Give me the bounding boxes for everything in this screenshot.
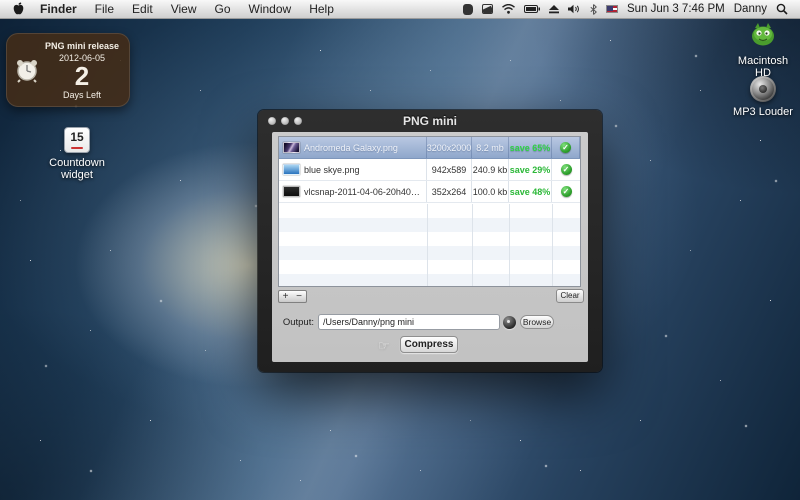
minimize-button[interactable] bbox=[281, 117, 289, 125]
calendar-red-strip bbox=[71, 147, 83, 149]
check-icon: ✓ bbox=[561, 186, 572, 197]
desktop-wallpaper: PNG mini release 2012-06-05 2 Days Left … bbox=[0, 0, 800, 500]
menu-window[interactable]: Window bbox=[240, 0, 301, 19]
file-dimensions: 352x264 bbox=[427, 181, 472, 202]
output-path-input[interactable] bbox=[318, 314, 500, 330]
clear-button[interactable]: Clear bbox=[556, 289, 584, 303]
menu-edit[interactable]: Edit bbox=[123, 0, 162, 19]
table-empty-area bbox=[279, 204, 580, 286]
table-row[interactable]: blue skye.png 942x589 240.9 kb save 29% … bbox=[279, 159, 580, 181]
file-thumbnail bbox=[283, 164, 300, 175]
battery-icon[interactable] bbox=[524, 5, 540, 13]
file-size: 8.2 mb bbox=[472, 137, 509, 158]
file-savings: save 65% bbox=[509, 137, 552, 158]
table-row[interactable]: vlcsnap-2011-04-06-20h40m36s165.png 352x… bbox=[279, 181, 580, 203]
menubar-clock[interactable]: Sun Jun 3 7:46 PM bbox=[627, 3, 725, 15]
eject-icon[interactable] bbox=[549, 5, 559, 14]
reveal-path-icon[interactable] bbox=[503, 316, 516, 329]
volume-icon[interactable] bbox=[568, 4, 581, 14]
menu-go[interactable]: Go bbox=[206, 0, 240, 19]
window-title: PNG mini bbox=[403, 114, 457, 128]
file-name: vlcsnap-2011-04-06-20h40m36s165.png bbox=[304, 187, 426, 197]
check-icon: ✓ bbox=[560, 142, 571, 153]
zoom-button[interactable] bbox=[294, 117, 302, 125]
countdown-widget[interactable]: PNG mini release 2012-06-05 2 Days Left bbox=[6, 33, 130, 107]
spotlight-icon[interactable] bbox=[776, 3, 788, 15]
desktop-icon-mp3-louder[interactable]: MP3 Louder bbox=[728, 76, 798, 118]
macintosh-hd-icon bbox=[749, 22, 777, 46]
calendar-day: 15 bbox=[65, 128, 89, 146]
file-savings: save 48% bbox=[509, 181, 552, 202]
monitor-status-icon[interactable] bbox=[482, 4, 493, 14]
countdown-widget-label: Countdown widget bbox=[42, 157, 112, 181]
speaker-icon bbox=[750, 76, 776, 102]
file-size: 100.0 kb bbox=[472, 181, 509, 202]
countdown-widget-shortcut[interactable]: 15 Countdown widget bbox=[42, 127, 112, 181]
output-row: Output: Browse bbox=[272, 314, 588, 331]
pointing-hand-icon: ☞ bbox=[378, 338, 390, 354]
menu-finder[interactable]: Finder bbox=[31, 0, 86, 19]
file-dimensions: 3200x2000 bbox=[427, 137, 472, 158]
window-titlebar[interactable]: PNG mini bbox=[258, 110, 602, 132]
widget-days-count: 2 bbox=[40, 63, 124, 89]
close-button[interactable] bbox=[268, 117, 276, 125]
file-name: blue skye.png bbox=[304, 165, 360, 175]
file-thumbnail bbox=[283, 186, 300, 197]
file-thumbnail bbox=[283, 142, 300, 153]
check-icon: ✓ bbox=[561, 164, 572, 175]
wifi-icon[interactable] bbox=[502, 4, 515, 14]
file-table: Andromeda Galaxy.png 3200x2000 8.2 mb sa… bbox=[278, 136, 581, 287]
png-mini-window: PNG mini Andromeda Galaxy.png 3200x2000 … bbox=[258, 110, 602, 372]
column-divider bbox=[427, 204, 428, 286]
menubar-user[interactable]: Danny bbox=[734, 3, 767, 15]
menu-file[interactable]: File bbox=[86, 0, 123, 19]
widget-days-label: Days Left bbox=[40, 90, 124, 100]
table-row[interactable]: Andromeda Galaxy.png 3200x2000 8.2 mb sa… bbox=[279, 137, 580, 159]
output-label: Output: bbox=[278, 317, 314, 328]
bluetooth-icon[interactable] bbox=[590, 4, 597, 15]
apple-menu-icon[interactable] bbox=[12, 2, 25, 16]
compress-button[interactable]: Compress bbox=[400, 336, 458, 353]
menu-help[interactable]: Help bbox=[300, 0, 343, 19]
file-name: Andromeda Galaxy.png bbox=[304, 143, 398, 153]
column-divider bbox=[472, 204, 473, 286]
file-size: 240.9 kb bbox=[472, 159, 509, 180]
file-dimensions: 942x589 bbox=[427, 159, 472, 180]
widget-title: PNG mini release bbox=[40, 41, 124, 51]
remove-file-button[interactable]: − bbox=[292, 290, 307, 303]
window-content: Andromeda Galaxy.png 3200x2000 8.2 mb sa… bbox=[272, 132, 588, 362]
menubar: Finder File Edit View Go Window Help bbox=[0, 0, 800, 19]
compress-row: ☞ Compress bbox=[272, 336, 588, 354]
desktop-icon-macintosh-hd[interactable]: Macintosh HD bbox=[733, 22, 793, 79]
alarm-clock-icon bbox=[14, 57, 40, 83]
browse-button[interactable]: Browse bbox=[520, 315, 554, 329]
calendar-icon: 15 bbox=[64, 127, 90, 153]
file-savings: save 29% bbox=[509, 159, 552, 180]
app-status-icon[interactable] bbox=[463, 4, 473, 15]
menu-view[interactable]: View bbox=[162, 0, 206, 19]
column-divider bbox=[552, 204, 553, 286]
keyboard-flag-icon[interactable] bbox=[606, 5, 618, 13]
add-file-button[interactable]: + bbox=[278, 290, 293, 303]
mp3-louder-label: MP3 Louder bbox=[728, 106, 798, 118]
column-divider bbox=[509, 204, 510, 286]
